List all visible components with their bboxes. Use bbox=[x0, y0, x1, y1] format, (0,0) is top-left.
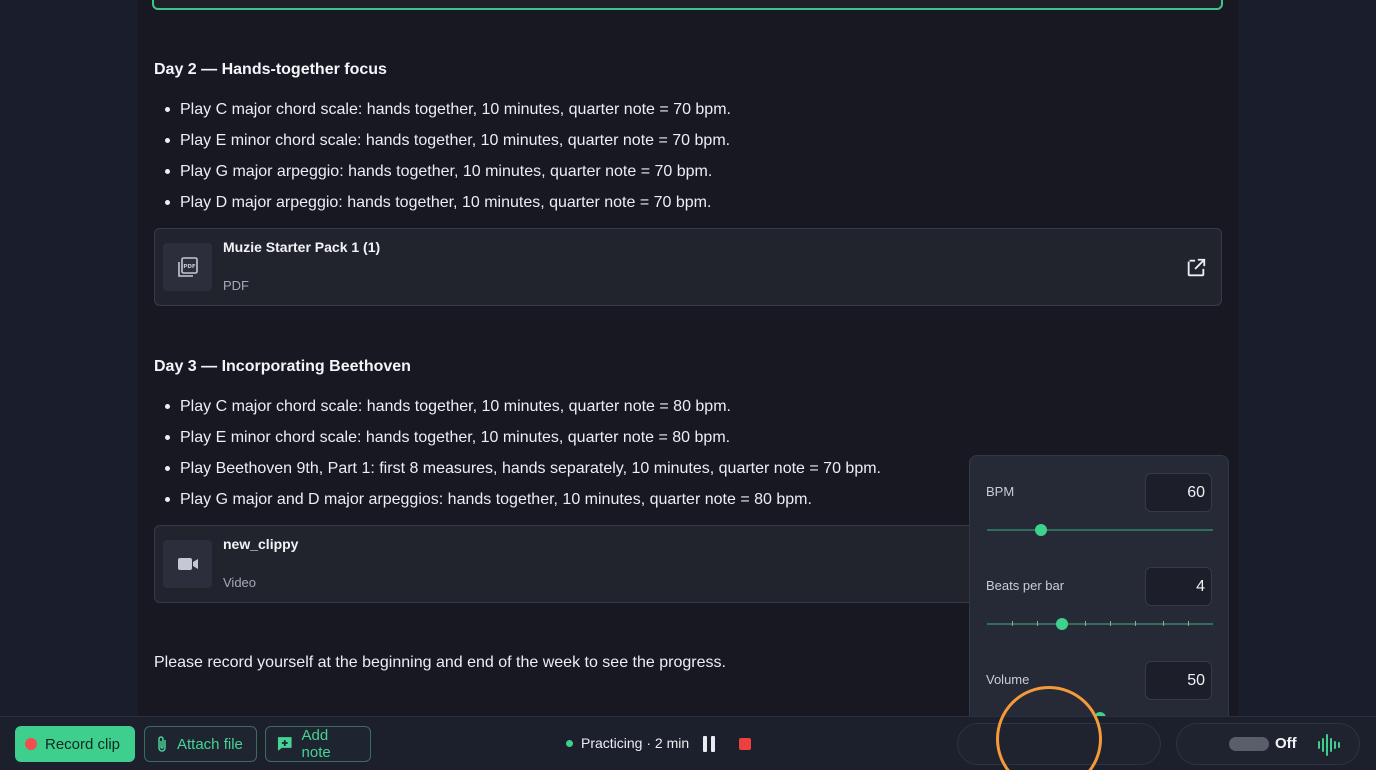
record-clip-label: Record clip bbox=[45, 735, 121, 753]
practice-status: Practicing · 2 min bbox=[566, 735, 689, 751]
stop-button[interactable] bbox=[739, 738, 751, 750]
attach-file-label: Attach file bbox=[177, 735, 243, 753]
attachment-title: new_clippy bbox=[223, 536, 299, 552]
status-dot bbox=[566, 739, 573, 747]
slider-tick bbox=[1110, 621, 1111, 626]
add-note-label: Add note bbox=[301, 727, 331, 761]
metronome-panel: BPM 60 Beats per bar 4 Volume 50 bbox=[969, 455, 1229, 753]
slider-tick bbox=[1085, 621, 1086, 626]
list-item: Play E minor chord scale: hands together… bbox=[165, 422, 881, 453]
attachment-card-pdf[interactable]: PDF Muzie Starter Pack 1 (1) PDF bbox=[154, 228, 1222, 306]
list-item: Play C major chord scale: hands together… bbox=[165, 94, 731, 125]
attachment-type: PDF bbox=[223, 278, 249, 293]
waveform-icon[interactable] bbox=[1317, 732, 1341, 758]
paperclip-icon bbox=[158, 736, 166, 752]
video-camera-icon bbox=[163, 540, 212, 588]
attachment-title: Muzie Starter Pack 1 (1) bbox=[223, 239, 381, 255]
pause-icon bbox=[703, 736, 707, 752]
slider-tick bbox=[1135, 621, 1136, 626]
slider-tick bbox=[1012, 621, 1013, 626]
beats-label: Beats per bar bbox=[986, 578, 1065, 593]
metronome-toggle-button[interactable] bbox=[957, 723, 1161, 765]
list-item: Play C major chord scale: hands together… bbox=[165, 391, 881, 422]
beats-input[interactable]: 4 bbox=[1145, 567, 1212, 606]
open-external-icon[interactable] bbox=[1185, 257, 1207, 279]
pdf-icon: PDF bbox=[163, 243, 212, 291]
record-dot-icon bbox=[25, 738, 37, 750]
slider-tick bbox=[1163, 621, 1164, 626]
attach-file-button[interactable]: Attach file bbox=[144, 726, 257, 762]
day2-heading: Day 2 — Hands-together focus bbox=[154, 61, 387, 78]
list-item: Play G major and D major arpeggios: hand… bbox=[165, 484, 881, 515]
add-note-icon bbox=[277, 737, 292, 751]
bpm-label: BPM bbox=[986, 484, 1015, 499]
instruction-note: Please record yourself at the beginning … bbox=[154, 654, 726, 671]
list-item: Play D major arpeggio: hands together, 1… bbox=[165, 187, 731, 218]
day2-task-list: Play C major chord scale: hands together… bbox=[165, 94, 731, 218]
list-item: Play Beethoven 9th, Part 1: first 8 meas… bbox=[165, 453, 881, 484]
list-item: Play E minor chord scale: hands together… bbox=[165, 125, 731, 156]
svg-text:PDF: PDF bbox=[183, 264, 196, 270]
slider-tick bbox=[1037, 621, 1038, 626]
list-item: Play G major arpeggio: hands together, 1… bbox=[165, 156, 731, 187]
record-clip-button[interactable]: Record clip bbox=[15, 726, 135, 762]
day3-task-list: Play C major chord scale: hands together… bbox=[165, 391, 881, 515]
drone-toggle[interactable] bbox=[1229, 737, 1269, 751]
beats-slider-track[interactable] bbox=[987, 623, 1213, 625]
beats-slider-thumb[interactable] bbox=[1055, 618, 1068, 630]
attachment-type: Video bbox=[223, 575, 257, 590]
bottom-toolbar: Record clip Attach file Add note Practic… bbox=[0, 716, 1376, 770]
previous-card[interactable] bbox=[152, 0, 1223, 10]
pause-icon bbox=[711, 736, 715, 752]
drone-control[interactable]: Off bbox=[1176, 723, 1360, 765]
day3-heading: Day 3 — Incorporating Beethoven bbox=[154, 358, 411, 375]
bpm-slider-thumb[interactable] bbox=[1035, 524, 1048, 536]
volume-label: Volume bbox=[986, 672, 1030, 687]
bpm-slider-track[interactable] bbox=[987, 529, 1213, 531]
add-note-button[interactable]: Add note bbox=[265, 726, 371, 762]
volume-input[interactable]: 50 bbox=[1145, 661, 1212, 700]
bpm-input[interactable]: 60 bbox=[1145, 473, 1212, 512]
practice-status-text: Practicing · 2 min bbox=[581, 735, 690, 751]
toggle-state-label: Off bbox=[1275, 735, 1297, 752]
pause-button[interactable] bbox=[703, 736, 717, 752]
slider-tick bbox=[1188, 621, 1189, 626]
